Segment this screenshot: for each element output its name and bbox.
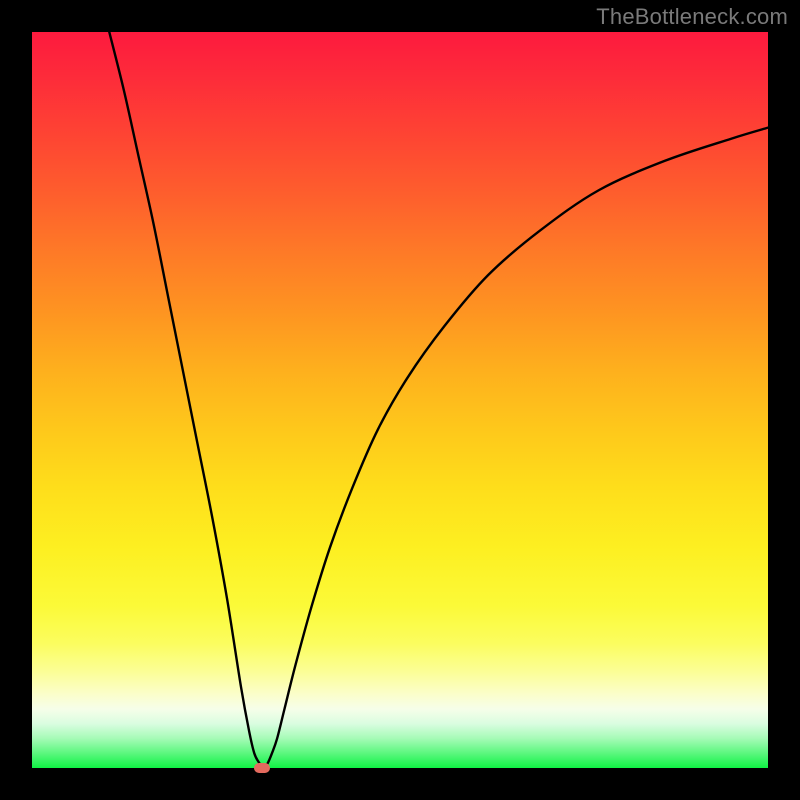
chart-frame: TheBottleneck.com <box>0 0 800 800</box>
watermark-text: TheBottleneck.com <box>596 4 788 30</box>
curve-left-branch <box>109 32 264 768</box>
bottleneck-marker <box>254 763 270 773</box>
curve-right-branch <box>264 128 768 768</box>
plot-area <box>32 32 768 768</box>
curve-svg <box>32 32 768 768</box>
